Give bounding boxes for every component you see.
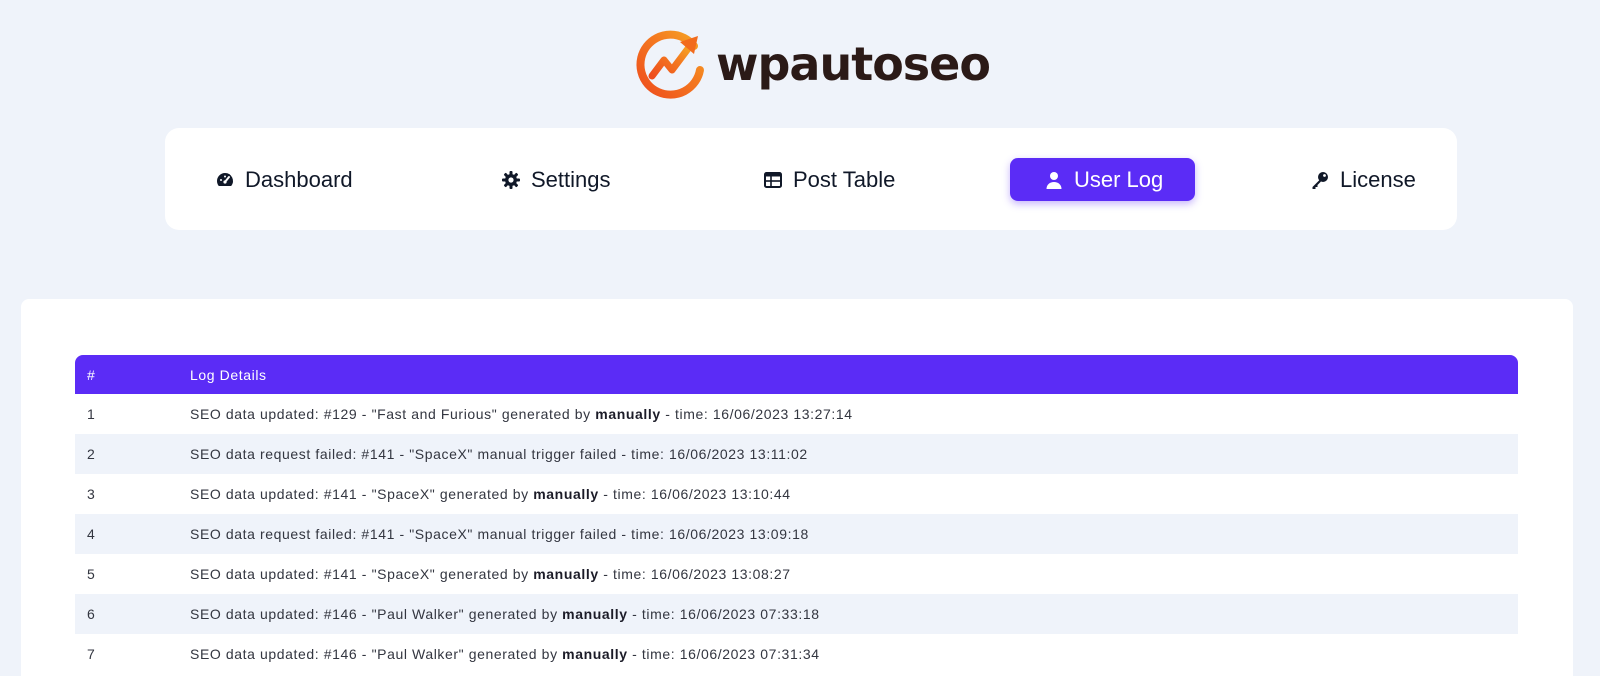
column-header-log-details: Log Details (190, 366, 267, 383)
table-row: 7 SEO data updated: #146 - "Paul Walker"… (75, 634, 1518, 674)
log-detail: SEO data updated: #141 - "SpaceX" genera… (190, 566, 791, 582)
nav-item-user-log[interactable]: User Log (1010, 158, 1196, 201)
key-icon (1310, 170, 1330, 190)
nav-label-post-table: Post Table (793, 167, 896, 192)
column-header-number: # (87, 366, 96, 383)
nav-item-settings[interactable]: Settings (501, 158, 611, 202)
user-log-table: # Log Details 1 SEO data updated: #129 -… (75, 355, 1518, 674)
brand-logo[interactable]: wpautoseo (634, 26, 991, 102)
row-number: 6 (87, 606, 96, 622)
nav-label-user-log: User Log (1074, 166, 1164, 192)
nav-item-dashboard[interactable]: Dashboard (215, 158, 353, 202)
nav-label-license: License (1340, 167, 1416, 192)
row-number: 3 (87, 486, 96, 502)
brand-name: wpautoseo (716, 37, 991, 91)
log-detail: SEO data updated: #141 - "SpaceX" genera… (190, 486, 791, 502)
nav-label-settings: Settings (531, 167, 611, 192)
user-icon (1044, 170, 1064, 190)
log-detail: SEO data updated: #146 - "Paul Walker" g… (190, 606, 820, 622)
user-log-panel: # Log Details 1 SEO data updated: #129 -… (21, 299, 1573, 676)
gauge-icon (215, 170, 235, 190)
growth-chart-logo-icon (636, 30, 704, 99)
page: wpautoseo Dashboard Settings Post Table (0, 0, 1600, 676)
table-icon (763, 170, 783, 190)
table-row: 5 SEO data updated: #141 - "SpaceX" gene… (75, 554, 1518, 594)
table-header-row: # Log Details (75, 355, 1518, 394)
gear-icon (501, 170, 521, 190)
table-row: 4 SEO data request failed: #141 - "Space… (75, 514, 1518, 554)
nav-label-dashboard: Dashboard (245, 167, 353, 192)
log-detail: SEO data request failed: #141 - "SpaceX"… (190, 446, 808, 462)
table-row: 3 SEO data updated: #141 - "SpaceX" gene… (75, 474, 1518, 514)
main-nav: Dashboard Settings Post Table User Log L (165, 128, 1457, 230)
row-number: 4 (87, 526, 96, 542)
table-row: 1 SEO data updated: #129 - "Fast and Fur… (75, 394, 1518, 434)
nav-item-license[interactable]: License (1310, 158, 1416, 202)
nav-item-post-table[interactable]: Post Table (763, 158, 895, 202)
log-detail: SEO data updated: #129 - "Fast and Furio… (190, 406, 853, 422)
row-number: 7 (87, 646, 96, 662)
row-number: 5 (87, 566, 96, 582)
log-detail: SEO data request failed: #141 - "SpaceX"… (190, 526, 809, 542)
table-row: 2 SEO data request failed: #141 - "Space… (75, 434, 1518, 474)
log-detail: SEO data updated: #146 - "Paul Walker" g… (190, 646, 820, 662)
row-number: 2 (87, 446, 96, 462)
table-row: 6 SEO data updated: #146 - "Paul Walker"… (75, 594, 1518, 634)
row-number: 1 (87, 406, 96, 422)
